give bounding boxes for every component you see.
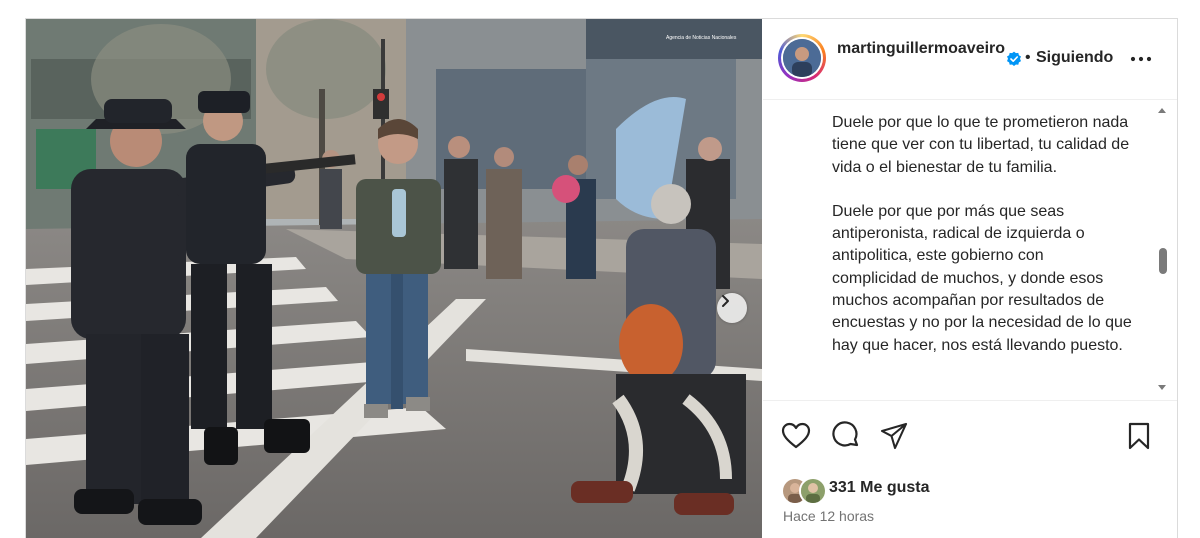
post-header: martinguillermoaveiro • Siguiendo (763, 19, 1177, 100)
scrollbar-thumb[interactable] (1159, 248, 1167, 274)
scroll-down-arrow-icon (1158, 385, 1166, 390)
verified-badge-icon (1007, 51, 1021, 66)
paper-plane-icon[interactable] (879, 421, 909, 451)
caption-scrollbar[interactable] (1156, 102, 1168, 402)
post-actions: 331 Me gusta Hace 12 horas (763, 400, 1177, 524)
likes-count[interactable]: 331 Me gusta (829, 479, 929, 497)
avatar-image (783, 39, 821, 77)
chevron-right-icon (722, 295, 729, 307)
heart-icon[interactable] (781, 421, 811, 451)
caption-scroll-area[interactable]: Duele por que lo que te prometieron nada… (763, 100, 1177, 400)
street-scene-photo: Agencia de Noticias Nacionales (26, 19, 762, 538)
photo-watermark-subtitle: Agencia de Noticias Nacionales (666, 35, 737, 41)
separator-dot: • (1025, 49, 1031, 66)
avatar[interactable] (778, 34, 826, 82)
caption-paragraph: Duele por que por más que seas antiperon… (832, 202, 1132, 354)
comment-icon[interactable] (831, 421, 861, 451)
next-photo-button[interactable] (717, 293, 747, 323)
bookmark-icon[interactable] (1124, 421, 1154, 451)
more-options-icon[interactable] (1129, 49, 1153, 69)
post-timestamp[interactable]: Hace 12 horas (783, 508, 874, 524)
liker-avatar (799, 477, 827, 505)
scroll-up-arrow-icon (1158, 108, 1166, 113)
post-photo[interactable]: Agencia de Noticias Nacionales (26, 19, 762, 538)
instagram-post: Agencia de Noticias Nacionales martingui… (25, 18, 1178, 538)
post-details-panel: martinguillermoaveiro • Siguiendo Duele … (763, 19, 1177, 538)
caption-text: Duele por que lo que te prometieron nada… (832, 112, 1132, 379)
following-button[interactable]: Siguiendo (1036, 49, 1113, 67)
caption-paragraph: Duele por que lo que te prometieron nada… (832, 114, 1130, 176)
